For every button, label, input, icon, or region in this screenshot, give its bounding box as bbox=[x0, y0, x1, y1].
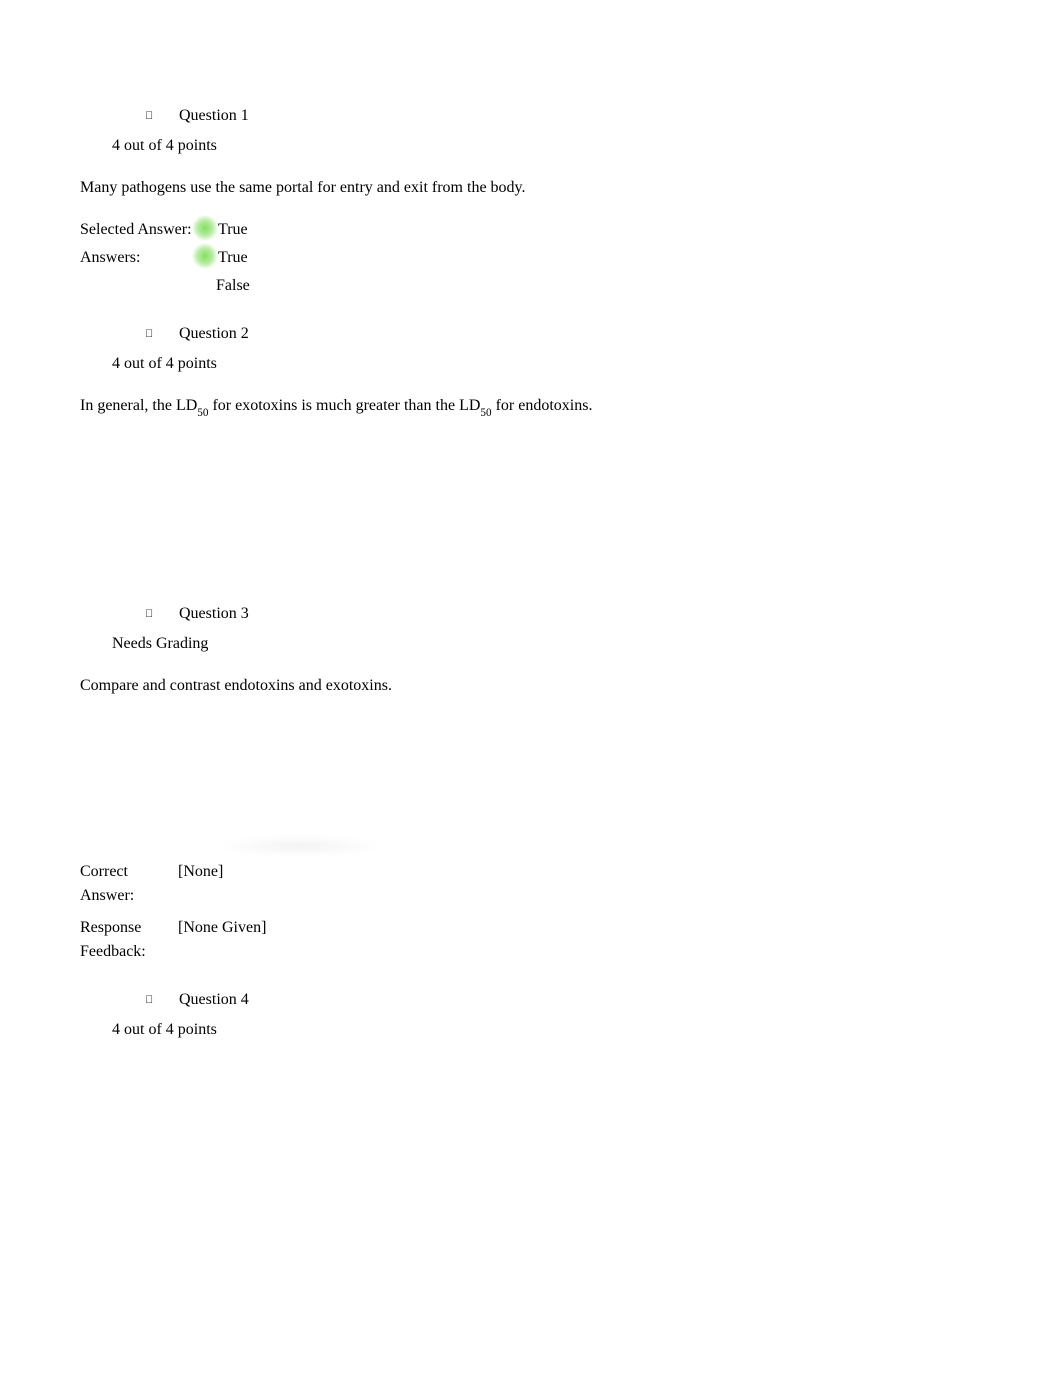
bullet-icon:  bbox=[145, 326, 175, 343]
question-label: Question 3 bbox=[179, 605, 249, 622]
qtext-part: for exotoxins is much greater than the L… bbox=[208, 397, 480, 414]
response-feedback-row: Response Feedback: [None Given] bbox=[80, 916, 1002, 964]
label-line: Feedback: bbox=[80, 943, 146, 960]
question-label: Question 1 bbox=[179, 107, 249, 124]
label-line: Response bbox=[80, 919, 141, 936]
question-header-3:  Question 3 bbox=[145, 602, 1002, 626]
qtext-sub: 50 bbox=[480, 407, 491, 419]
response-table: Correct Answer: [None] Response Feedback… bbox=[80, 860, 1002, 964]
question-points: 4 out of 4 points bbox=[112, 1018, 1002, 1042]
selected-answer-value: True bbox=[200, 218, 248, 242]
bullet-icon:  bbox=[145, 606, 175, 623]
response-feedback-value: [None Given] bbox=[150, 916, 266, 964]
answer-true-text: True bbox=[218, 249, 248, 266]
question-points: 4 out of 4 points bbox=[112, 134, 1002, 158]
qtext-sub: 50 bbox=[197, 407, 208, 419]
blurred-content bbox=[185, 836, 415, 856]
selected-answer-label: Selected Answer: bbox=[80, 218, 200, 242]
selected-answer-row: Selected Answer: True bbox=[80, 218, 1002, 242]
label-line: Answer: bbox=[80, 887, 134, 904]
question-points: 4 out of 4 points bbox=[112, 352, 1002, 376]
correct-answer-value: [None] bbox=[150, 860, 223, 908]
question-header-1:  Question 1 bbox=[145, 104, 1002, 128]
question-points: Needs Grading bbox=[112, 632, 1002, 656]
answers-label: Answers: bbox=[80, 246, 200, 270]
blank-space bbox=[80, 716, 1002, 836]
question-text: In general, the LD50 for exotoxins is mu… bbox=[80, 394, 1002, 420]
bullet-icon:  bbox=[145, 992, 175, 1009]
correct-answer-label: Correct Answer: bbox=[80, 860, 150, 908]
qtext-part: for endotoxins. bbox=[492, 397, 593, 414]
blank-space bbox=[80, 438, 1002, 578]
question-text: Many pathogens use the same portal for e… bbox=[80, 176, 1002, 200]
question-label: Question 2 bbox=[179, 325, 249, 342]
question-header-4:  Question 4 bbox=[145, 988, 1002, 1012]
question-text: Compare and contrast endotoxins and exot… bbox=[80, 674, 1002, 698]
qtext-part: In general, the LD bbox=[80, 397, 197, 414]
response-feedback-label: Response Feedback: bbox=[80, 916, 150, 964]
question-label: Question 4 bbox=[179, 991, 249, 1008]
correct-answer-row: Correct Answer: [None] bbox=[80, 860, 1002, 908]
answers-row: Answers: True bbox=[80, 246, 1002, 270]
answer-true: True bbox=[200, 246, 248, 270]
label-line: Correct bbox=[80, 863, 128, 880]
answer-false: False bbox=[198, 274, 1002, 298]
selected-answer-text: True bbox=[218, 221, 248, 238]
question-header-2:  Question 2 bbox=[145, 322, 1002, 346]
bullet-icon:  bbox=[145, 108, 175, 125]
